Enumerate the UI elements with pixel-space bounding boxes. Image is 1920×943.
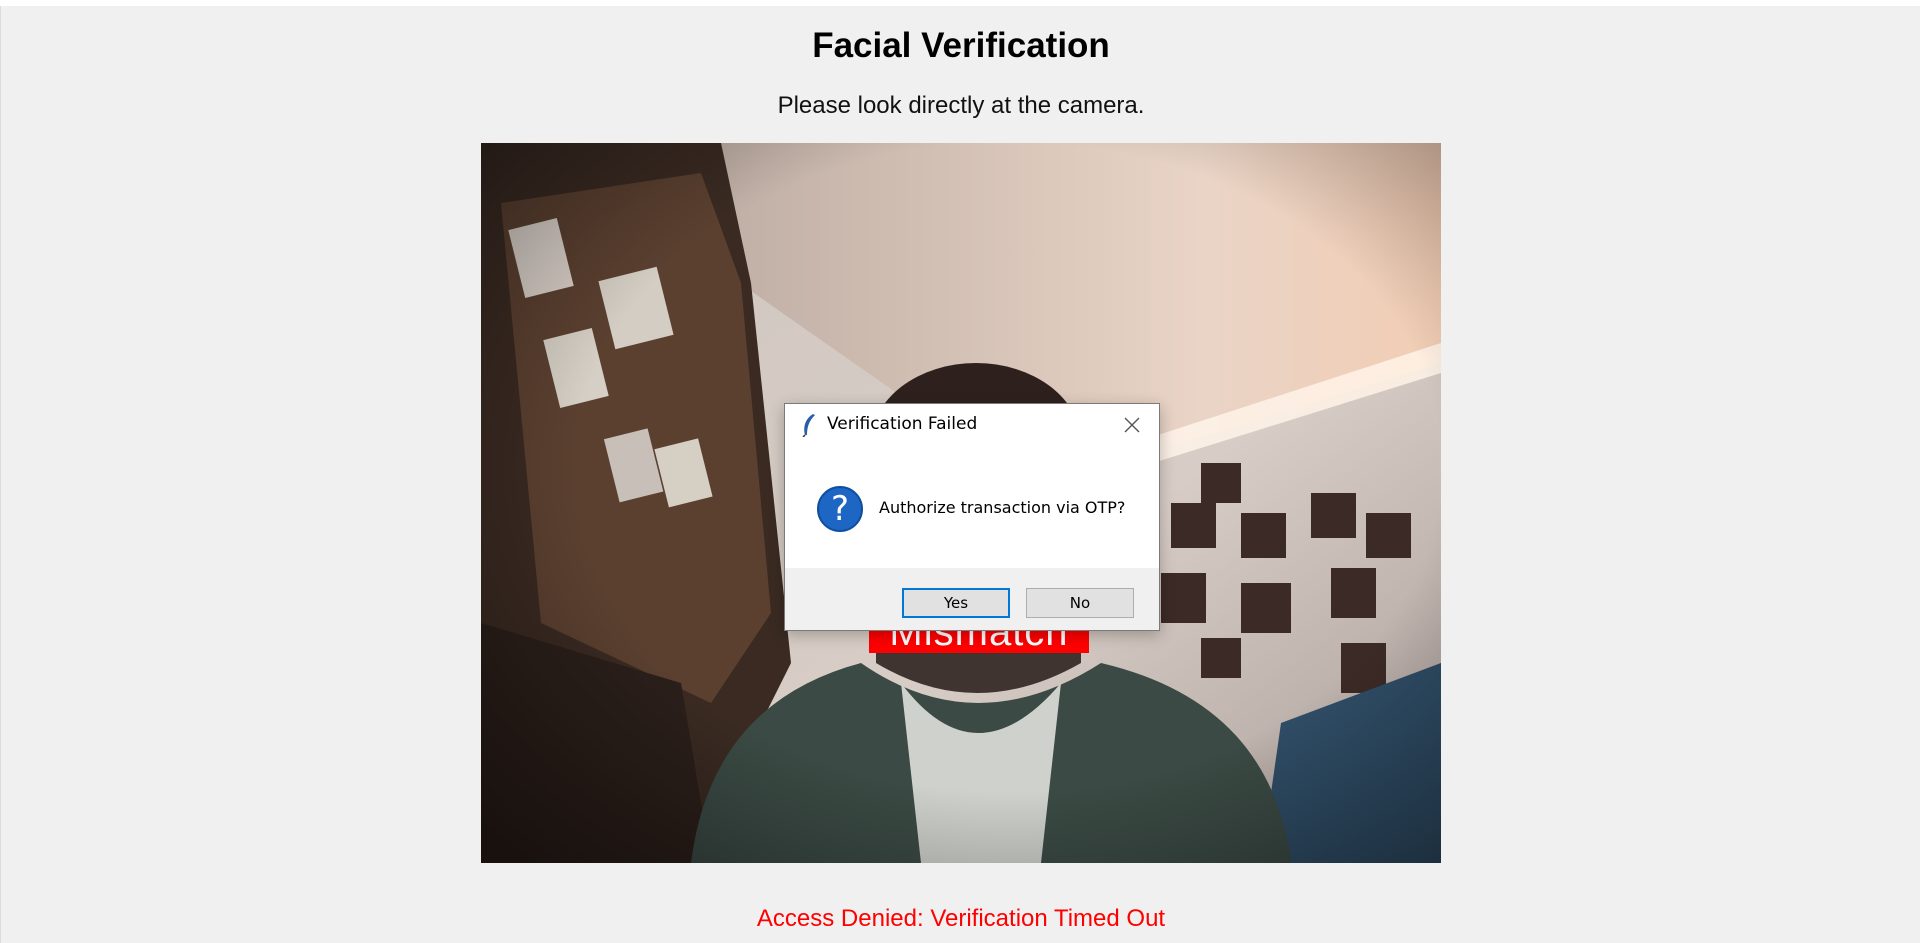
verification-failed-dialog: Verification Failed ? Authorize transact…: [784, 403, 1160, 631]
dialog-footer: Yes No: [785, 568, 1159, 630]
instruction-text: Please look directly at the camera.: [777, 92, 1145, 119]
page-title: Facial Verification: [812, 26, 1110, 65]
feather-icon: [802, 414, 815, 437]
close-icon[interactable]: [1121, 414, 1143, 436]
status-message: Access Denied: Verification Timed Out: [756, 905, 1166, 932]
dialog-title: Verification Failed: [827, 414, 978, 434]
yes-button[interactable]: Yes: [902, 588, 1010, 618]
question-icon: ?: [817, 486, 863, 532]
dialog-message: Authorize transaction via OTP?: [879, 498, 1126, 517]
no-button[interactable]: No: [1026, 588, 1134, 618]
